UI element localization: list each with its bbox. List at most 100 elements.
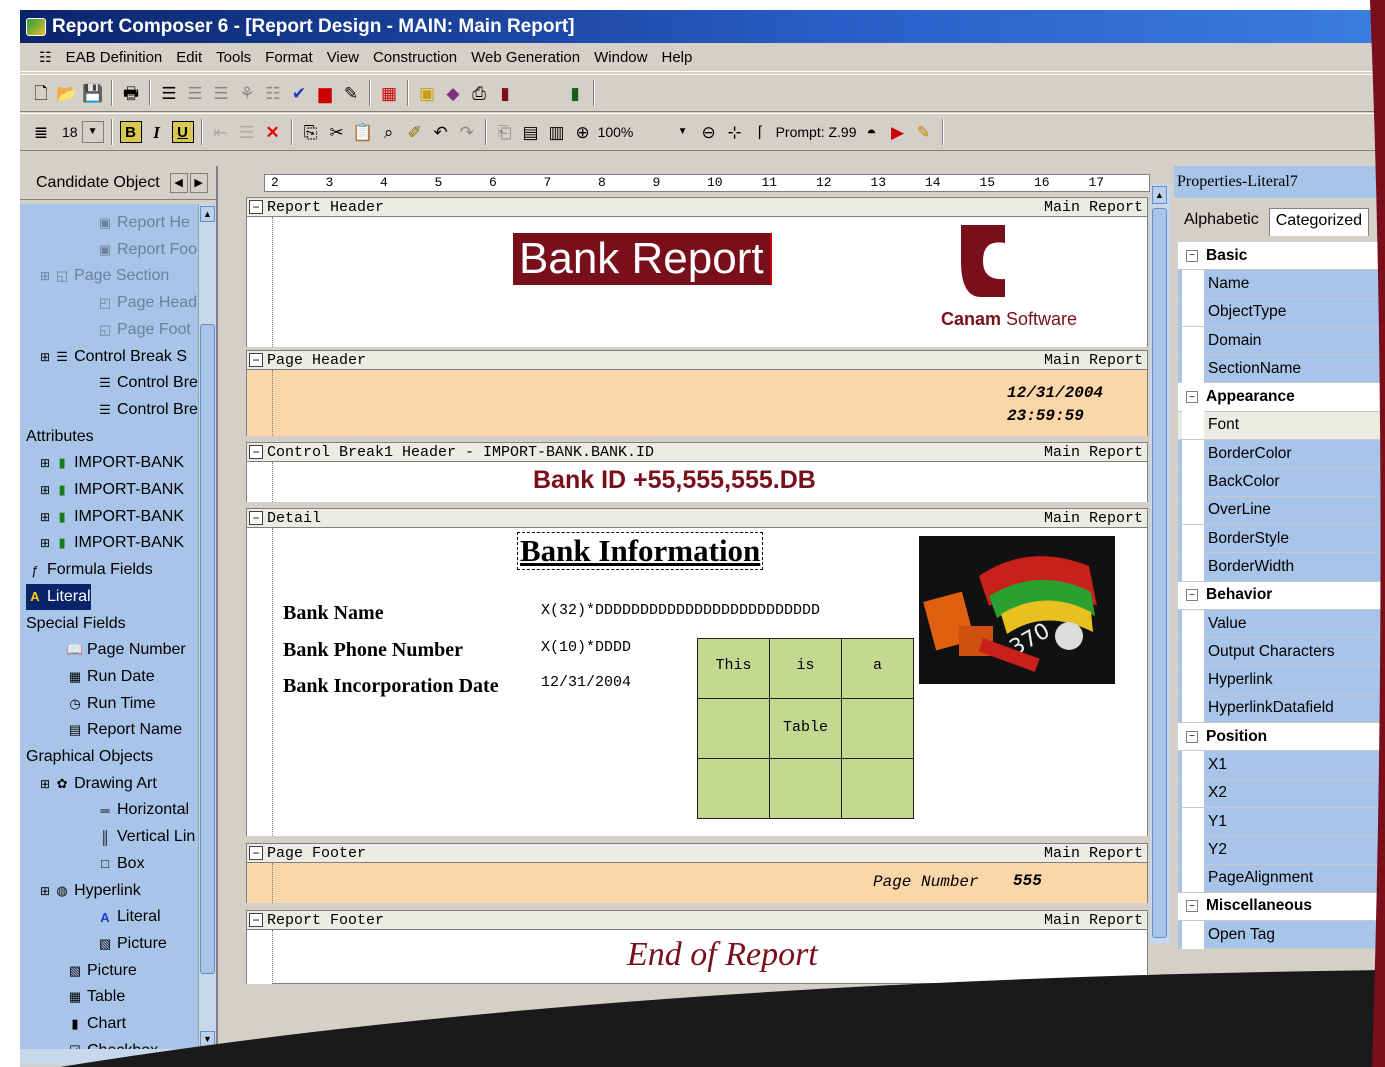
scroll-thumb[interactable] [200, 324, 215, 974]
tree-node[interactable]: ▧ Picture [96, 931, 167, 957]
run-icon[interactable]: ▶ [887, 121, 909, 143]
menu-window[interactable]: Window [587, 49, 654, 66]
bank-phone-field[interactable]: X(10)*DDDD [541, 639, 631, 656]
property-category[interactable]: − Position [1178, 723, 1385, 752]
layout-icon[interactable]: ▦ [378, 82, 400, 104]
report-footer-bar[interactable]: − Report Footer Main Report [246, 910, 1148, 930]
object-tree[interactable]: ▣ Report He ▣ Report Foo ⊞ ◱ Page Section ◰ Page… [20, 204, 198, 1049]
menu-eab-definition[interactable]: EAB Definition [59, 49, 170, 66]
font-size-value[interactable]: 18 [62, 124, 78, 140]
underline-button[interactable]: U [171, 121, 194, 143]
property-row[interactable]: SectionName [1178, 354, 1385, 384]
detail-bar[interactable]: − Detail Main Report [246, 508, 1148, 528]
collapse-icon[interactable]: − [1186, 249, 1198, 262]
book-icon[interactable]: ◆ [442, 82, 464, 104]
property-category[interactable]: − Appearance [1178, 383, 1385, 412]
collapse-icon[interactable]: − [249, 445, 263, 459]
menu-web-generation[interactable]: Web Generation [464, 49, 587, 66]
rotate-icon[interactable]: ◓ [861, 121, 883, 143]
property-grid[interactable]: − Basic Name ObjectType Domain SectionName − Ap… [1178, 242, 1385, 950]
bank-incorporation-label[interactable]: Bank Incorporation Date [283, 675, 499, 698]
table-cell[interactable] [769, 758, 842, 819]
property-row[interactable]: Hyperlink [1178, 666, 1385, 695]
prev-arrow-icon[interactable]: ◀ [169, 172, 188, 193]
tree-node[interactable]: ⊞ ▮ IMPORT-BANK [40, 477, 184, 503]
menu-tools[interactable]: Tools [209, 49, 258, 66]
property-row[interactable]: X1 [1178, 750, 1385, 780]
page-footer-bar[interactable]: − Page Footer Main Report [246, 843, 1148, 863]
indent-left-icon[interactable]: ⇤ [210, 121, 232, 143]
menu-construction[interactable]: Construction [366, 49, 464, 66]
tree-icon[interactable]: ⚘ [236, 82, 258, 104]
control-break-section[interactable]: Bank ID +55,555,555.DB [246, 462, 1148, 502]
page-number-label[interactable]: Page Number [873, 873, 979, 891]
property-row[interactable]: X2 [1178, 779, 1385, 808]
bank-incorporation-field[interactable]: 12/31/2004 [541, 674, 631, 691]
tree-node[interactable]: ▦ Table [66, 984, 125, 1010]
grid-icon[interactable]: ⊹ [724, 121, 746, 143]
property-row[interactable]: HyperlinkDatafield [1178, 694, 1385, 724]
tab-alphabetic[interactable]: Alphabetic [1178, 208, 1265, 236]
run-time-field[interactable]: 23:59:59 [1007, 407, 1084, 425]
expand-icon[interactable]: ⊞ [40, 884, 50, 898]
frame-icon[interactable]: ▣ [416, 82, 438, 104]
property-row[interactable]: Open Tag [1178, 920, 1385, 950]
delete-icon[interactable]: ✕ [262, 121, 284, 143]
paste-icon[interactable]: 📋 [352, 121, 374, 143]
tree-node[interactable]: ⊞ ▮ IMPORT-BANK [40, 450, 184, 476]
check-icon[interactable]: ✔ [288, 82, 310, 104]
brush-icon[interactable]: ✐ [404, 121, 426, 143]
collapse-icon[interactable]: − [249, 913, 263, 927]
scroll-up-icon[interactable]: ▲ [200, 206, 215, 222]
tree-node[interactable]: A Literal [26, 583, 91, 610]
table-cell[interactable] [697, 758, 770, 819]
expand-icon[interactable]: ⊞ [40, 456, 50, 470]
property-row[interactable]: Domain [1178, 326, 1385, 356]
zoom-level[interactable]: 100% [598, 124, 668, 140]
tree-node[interactable]: 📖 Page Number [66, 637, 186, 663]
table-cell[interactable] [841, 758, 914, 819]
tree-node[interactable]: ⊞ ✿ Drawing Art [40, 771, 157, 797]
property-row[interactable]: Font [1178, 411, 1385, 441]
lines-icon[interactable]: ☰ [236, 121, 258, 143]
align-left-icon[interactable]: ☰ [158, 82, 180, 104]
save-icon[interactable]: 💾 [82, 82, 104, 104]
align-text-icon[interactable]: ≣ [30, 121, 52, 143]
redo-icon[interactable]: ↷ [456, 121, 478, 143]
sheet-icon[interactable]: ▤ [520, 121, 542, 143]
tree-node[interactable]: ⊞ ▮ IMPORT-BANK [40, 530, 184, 556]
report-title[interactable]: Bank Report [513, 233, 772, 285]
detail-section[interactable]: Bank Information Bank Name X(32)*DDDDDDD… [246, 528, 1148, 836]
zoom-dropdown-icon[interactable]: ▼ [672, 121, 694, 143]
tree-node[interactable]: ║ Vertical Lin [96, 824, 195, 850]
scroll-up-icon[interactable]: ▲ [1152, 186, 1167, 204]
tree-vertical-scrollbar[interactable]: ▲ ▼ [198, 204, 216, 1049]
tree-node[interactable]: ▧ Picture [66, 958, 137, 984]
menu-help[interactable]: Help [654, 49, 699, 66]
tree-horizontal-scrollbar[interactable] [20, 1049, 216, 1065]
table-cell[interactable]: is [769, 638, 842, 699]
expand-icon[interactable]: ⊞ [40, 777, 50, 791]
open-folder-icon[interactable]: 📂 [56, 82, 78, 104]
bank-name-label[interactable]: Bank Name [283, 602, 384, 625]
3d-chart-picture[interactable]: 370 [919, 536, 1115, 684]
tree-node[interactable]: ◰ Page Head [96, 290, 197, 316]
bank-name-field[interactable]: X(32)*DDDDDDDDDDDDDDDDDDDDDDDDD [541, 602, 820, 619]
tree-node[interactable]: Special Fields [26, 611, 126, 637]
wand-icon[interactable]: ✎ [340, 82, 362, 104]
tree-node[interactable]: ◷ Run Time [66, 691, 155, 717]
expand-icon[interactable]: ⊞ [40, 350, 50, 364]
prompt-checkbox[interactable]: ⌈ [750, 121, 772, 143]
menu-format[interactable]: Format [258, 49, 320, 66]
edit-icon[interactable]: ✎ [913, 121, 935, 143]
canvas-vertical-scrollbar[interactable]: ▲ [1150, 184, 1170, 944]
report-header-bar[interactable]: − Report Header Main Report [246, 197, 1148, 217]
menu-view[interactable]: View [320, 49, 366, 66]
tree-node[interactable]: ▣ Report Foo [96, 237, 197, 263]
property-row[interactable]: BackColor [1178, 468, 1385, 497]
tree-node[interactable]: Graphical Objects [26, 744, 153, 770]
table-cell[interactable] [697, 698, 770, 759]
collapse-icon[interactable]: − [249, 353, 263, 367]
italic-button[interactable]: I [146, 121, 168, 143]
table-cell[interactable]: Table [769, 698, 842, 759]
